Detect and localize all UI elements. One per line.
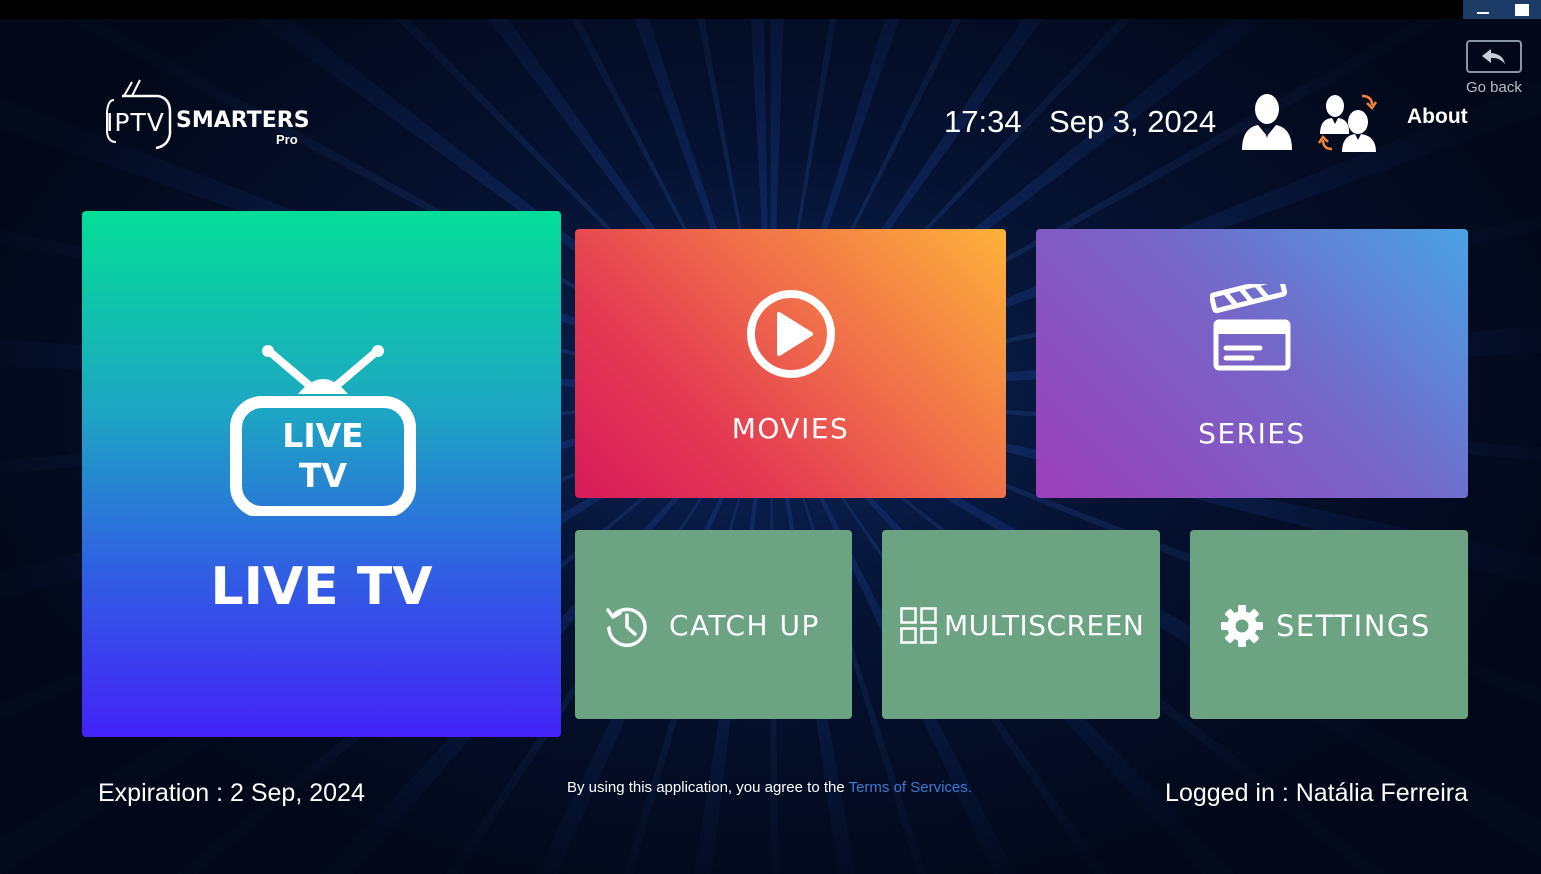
movies-label: MOVIES — [731, 412, 850, 445]
play-circle-icon — [747, 290, 835, 378]
tv-icon-line1: LIVE — [282, 416, 364, 455]
logged-in-user: Logged in : Natália Ferreira — [1165, 779, 1468, 807]
switch-users-icon[interactable] — [1317, 92, 1380, 152]
gear-icon — [1221, 605, 1263, 647]
current-date: Sep 3, 2024 — [1049, 104, 1217, 139]
terms-text: By using this application, you agree to … — [567, 779, 849, 796]
reply-arrow-icon — [1482, 48, 1505, 64]
clock-time: 17:34 — [944, 104, 1022, 139]
live-tv-label: LIVE TV — [210, 557, 433, 617]
go-back-label: Go back — [1466, 79, 1522, 96]
terms-of-service-link[interactable]: Terms of Services. — [849, 779, 972, 796]
user-icon[interactable] — [1240, 92, 1294, 152]
live-tv-tile[interactable]: LIVE TV LIVE TV — [82, 211, 561, 737]
expiration-date: Expiration : 2 Sep, 2024 — [98, 779, 365, 807]
multiscreen-label: MULTISCREEN — [944, 609, 1145, 642]
maximize-icon — [1515, 3, 1529, 16]
minimize-icon — [1477, 11, 1489, 14]
logo-pro-text: Pro — [276, 132, 298, 147]
catch-up-tile[interactable]: CATCH UP — [575, 530, 852, 719]
settings-label: SETTINGS — [1276, 609, 1431, 643]
logo-smarters-text: SMARTERS — [176, 108, 310, 133]
series-tile[interactable]: SERIES — [1036, 229, 1468, 498]
multiscreen-tile[interactable]: MULTISCREEN — [882, 530, 1160, 719]
clock-history-icon — [606, 607, 647, 648]
series-label: SERIES — [1198, 417, 1306, 450]
maximize-button[interactable] — [1503, 0, 1541, 19]
terms-notice: By using this application, you agree to … — [567, 779, 972, 796]
settings-tile[interactable]: SETTINGS — [1190, 530, 1468, 719]
app-background: IPTV SMARTERS Pro 17:34 Sep 3, 2024 Abou… — [0, 0, 1541, 874]
minimize-button[interactable] — [1463, 0, 1503, 19]
movies-tile[interactable]: MOVIES — [575, 229, 1006, 498]
window-title-bar — [0, 0, 1541, 19]
go-back-button[interactable]: Go back — [1466, 40, 1524, 96]
app-logo: IPTV SMARTERS Pro — [104, 76, 310, 150]
tv-icon-line2: TV — [298, 456, 348, 495]
grid-icon — [900, 607, 937, 644]
clapperboard-icon — [1210, 284, 1291, 371]
tv-icon-text: LIVE TV — [230, 416, 416, 496]
catch-up-label: CATCH UP — [669, 609, 820, 642]
logo-iptv-text: IPTV — [106, 108, 165, 137]
about-link[interactable]: About — [1407, 105, 1468, 129]
go-back-frame — [1466, 40, 1522, 73]
